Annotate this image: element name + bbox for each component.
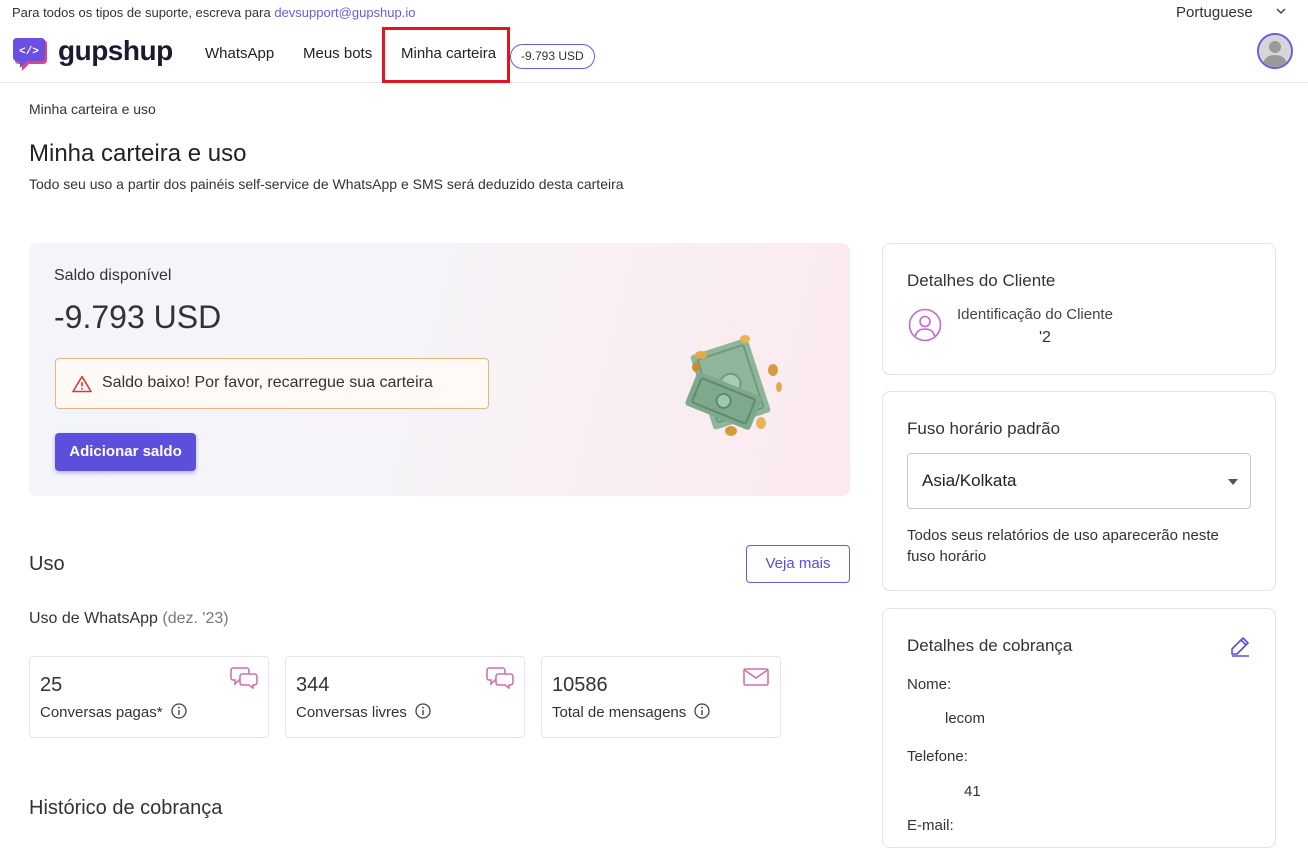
billing-email-label: E-mail: [907,817,954,834]
billing-details-card: Detalhes de cobrança Nome: lecom Telefon… [882,608,1276,848]
stat-label: Conversas pagas* [40,704,163,721]
support-bar: Para todos os tipos de suporte, escreva … [0,0,1308,26]
info-icon[interactable] [415,703,431,719]
billing-phone-value: 41 [964,783,981,800]
stat-value: 25 [40,674,63,696]
edit-pencil-icon[interactable] [1229,635,1251,657]
billing-name-value: lecom [945,710,986,727]
balance-badge: -9.793 USD [510,44,595,69]
stat-label: Total de mensagens [552,704,687,721]
mail-icon [743,668,769,686]
balance-card: Saldo disponível -9.793 USD Saldo baixo!… [29,243,850,496]
avatar[interactable] [1257,33,1293,69]
client-details-card: Detalhes do Cliente Identificação do Cli… [882,243,1276,375]
support-message: Para todos os tipos de suporte, escreva … [12,5,415,20]
page-title: Minha carteira e uso [29,140,247,167]
timezone-note: Todos seus relatórios de uso aparecerão … [907,527,1219,565]
money-illustration-icon [685,335,782,436]
stat-value: 10586 [552,674,608,696]
page-subtitle: Todo seu uso a partir dos painéis self-s… [29,176,624,192]
card-title: Detalhes de cobrança [907,636,1073,655]
stat-card-total-messages: 10586 Total de mensagens [541,656,781,738]
client-id-label: Identificação do Cliente [957,306,1113,323]
card-title: Fuso horário padrão [907,419,1061,438]
top-header: </> gupshup WhatsApp Meus bots Minha car… [0,26,1308,83]
warning-icon [72,375,92,393]
stat-label-wrap: Conversas pagas* [40,703,187,721]
chevron-down-icon[interactable] [1275,5,1287,17]
user-circle-icon [908,308,942,342]
add-balance-button[interactable]: Adicionar saldo [55,433,196,471]
stat-card-free-conversations: 344 Conversas livres [285,656,525,738]
alert-text: Saldo baixo! Por favor, recarregue sua c… [102,374,433,391]
timezone-value: Asia/Kolkata [922,471,1017,490]
brand-wordmark[interactable]: gupshup [58,35,173,67]
balance-label: Saldo disponível [54,267,172,284]
client-id-value: '2 [1039,329,1051,346]
nav-my-bots[interactable]: Meus bots [303,45,372,62]
timezone-card: Fuso horário padrão Asia/Kolkata Todos s… [882,391,1276,591]
whatsapp-usage-label: Uso de WhatsApp [29,610,158,627]
nav-whatsapp[interactable]: WhatsApp [205,45,274,62]
gupshup-logo-icon[interactable]: </> [13,38,53,74]
see-more-button[interactable]: Veja mais [746,545,850,583]
chat-bubbles-icon [486,667,514,689]
user-avatar-icon [1259,35,1291,67]
billing-phone-label: Telefone: [907,748,968,765]
stat-card-paid-conversations: 25 Conversas pagas* [29,656,269,738]
language-selector[interactable]: Portuguese [1176,4,1253,21]
caret-down-icon [1228,479,1238,485]
card-title: Detalhes do Cliente [907,271,1056,290]
low-balance-alert: Saldo baixo! Por favor, recarregue sua c… [55,358,489,409]
nav-my-wallet[interactable]: Minha carteira [401,45,496,62]
usage-title: Uso [29,553,65,575]
usage-period: (dez. '23) [162,610,229,627]
stat-label: Conversas livres [296,704,407,721]
info-icon[interactable] [694,703,711,719]
stat-value: 344 [296,674,330,696]
timezone-select[interactable]: Asia/Kolkata [907,453,1251,509]
chat-bubbles-icon [230,667,258,689]
stat-label-wrap: Conversas livres [296,703,431,721]
billing-name-label: Nome: [907,676,952,693]
stat-label-wrap: Total de mensagens [552,703,711,721]
info-icon[interactable] [171,703,187,719]
whatsapp-usage-heading: Uso de WhatsApp (dez. '23) [29,610,229,628]
svg-text:</>: </> [19,46,39,58]
balance-value: -9.793 USD [54,299,222,335]
support-text: Para todos os tipos de suporte, escreva … [12,5,271,20]
breadcrumb: Minha carteira e uso [29,101,156,117]
billing-history-title: Histórico de cobrança [29,797,223,819]
support-email-link[interactable]: devsupport@gupshup.io [274,5,415,20]
